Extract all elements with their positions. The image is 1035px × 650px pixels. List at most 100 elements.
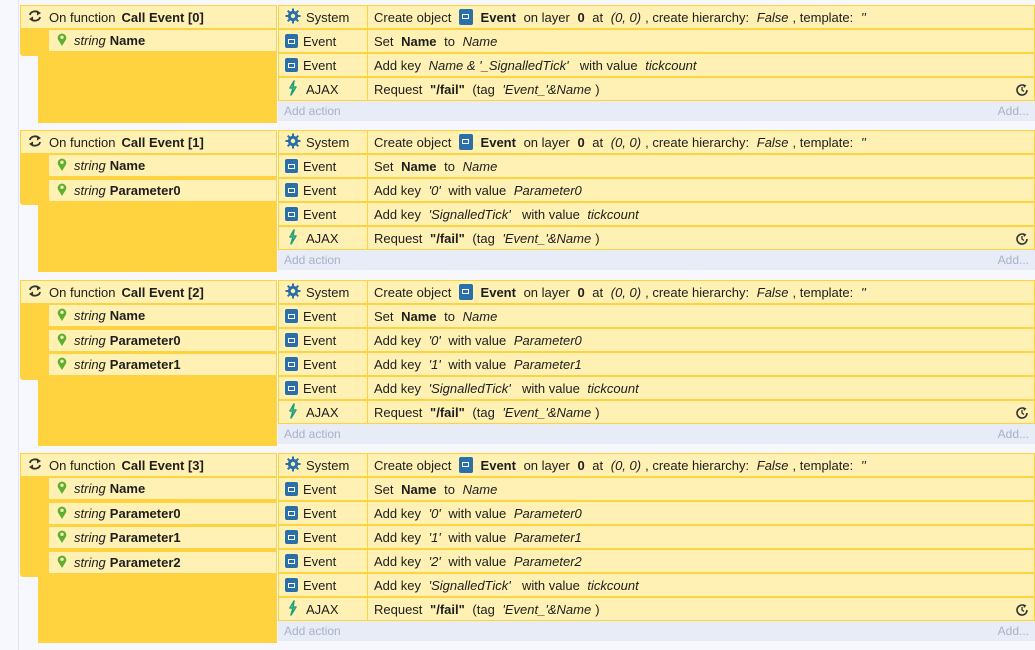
action-text[interactable]: Add key 'SignalledTick' with value tickc…	[368, 578, 639, 593]
add-action-row[interactable]: Add action Add...	[278, 250, 1035, 270]
action-row[interactable]: Event Add key 'SignalledTick' with value …	[278, 573, 1035, 597]
action-text[interactable]: Request "/fail" (tag 'Event_'&Name)	[368, 602, 600, 617]
action-row[interactable]: Event Add key '0' with value Parameter0	[278, 328, 1035, 352]
action-text[interactable]: Request "/fail" (tag 'Event_'&Name)	[368, 82, 600, 97]
add-more-link[interactable]: Add...	[998, 427, 1029, 441]
action-row[interactable]: AJAX Request "/fail" (tag 'Event_'&Name)	[278, 77, 1035, 101]
add-action-row[interactable]: Add action Add...	[278, 424, 1035, 444]
action-text[interactable]: Add key '2' with value Parameter2	[368, 554, 582, 569]
pin-icon	[54, 528, 70, 547]
parameter-row[interactable]: string Parameter2	[48, 550, 277, 574]
action-object[interactable]: Event	[279, 155, 368, 177]
action-text-part: 'Event_'&Name	[502, 601, 592, 617]
parameter-row[interactable]: string Name	[48, 154, 277, 177]
action-row[interactable]: Event Add key '0' with value Parameter0	[278, 178, 1035, 202]
action-text-part: tickcount	[645, 57, 697, 73]
action-object[interactable]: Event	[279, 203, 368, 225]
action-text[interactable]: Create object Event on layer 0 at (0, 0)…	[368, 134, 866, 150]
action-text[interactable]: Add key '1' with value Parameter1	[368, 530, 582, 545]
action-object[interactable]: Event	[279, 353, 368, 375]
add-action-row[interactable]: Add action Add...	[278, 621, 1035, 641]
parameter-row[interactable]: string Name	[48, 304, 277, 327]
action-text[interactable]: Add key '0' with value Parameter0	[368, 183, 582, 198]
action-row[interactable]: Event Add key '1' with value Parameter1	[278, 352, 1035, 376]
action-text[interactable]: Add key Name & '_SignalledTick' with val…	[368, 58, 697, 73]
action-row[interactable]: Event Set Name to Name	[278, 477, 1035, 501]
action-row[interactable]: Event Add key '1' with value Parameter1	[278, 525, 1035, 549]
action-row[interactable]: Event Add key 'SignalledTick' with value …	[278, 202, 1035, 226]
action-object[interactable]: Event	[279, 478, 368, 500]
action-object[interactable]: AJAX	[279, 598, 368, 620]
action-object[interactable]: Event	[279, 502, 368, 524]
action-text[interactable]: Request "/fail" (tag 'Event_'&Name)	[368, 405, 600, 420]
action-row[interactable]: System Create object Event on layer 0 at …	[278, 280, 1035, 304]
condition-row[interactable]: On function Call Event [0]	[20, 5, 277, 29]
condition-row[interactable]: On function Call Event [3]	[20, 453, 277, 477]
spinner-icon[interactable]	[1014, 405, 1030, 424]
action-text[interactable]: Set Name to Name	[368, 482, 497, 497]
action-row[interactable]: Event Add key '0' with value Parameter0	[278, 501, 1035, 525]
action-row[interactable]: AJAX Request "/fail" (tag 'Event_'&Name)	[278, 400, 1035, 424]
action-object[interactable]: Event	[279, 377, 368, 399]
action-object[interactable]: Event	[279, 574, 368, 596]
action-object[interactable]: System	[279, 454, 368, 476]
action-text[interactable]: Create object Event on layer 0 at (0, 0)…	[368, 9, 866, 25]
action-object[interactable]: System	[279, 281, 368, 303]
action-object[interactable]: Event	[279, 305, 368, 327]
action-row[interactable]: Event Add key Name & '_SignalledTick' wit…	[278, 53, 1035, 77]
action-row[interactable]: Event Set Name to Name	[278, 154, 1035, 178]
action-text-part: 0	[577, 134, 585, 150]
add-action-link[interactable]: Add action	[284, 253, 341, 267]
parameter-row[interactable]: string Parameter1	[48, 353, 277, 376]
condition-row[interactable]: On function Call Event [1]	[20, 130, 277, 154]
action-text[interactable]: Add key '0' with value Parameter0	[368, 333, 582, 348]
action-object[interactable]: Event	[279, 30, 368, 52]
spinner-icon[interactable]	[1014, 231, 1030, 250]
action-text[interactable]: Request "/fail" (tag 'Event_'&Name)	[368, 231, 600, 246]
action-object[interactable]: Event	[279, 526, 368, 548]
action-object[interactable]: System	[279, 6, 368, 28]
add-more-link[interactable]: Add...	[998, 624, 1029, 638]
parameter-row[interactable]: string Name	[48, 29, 277, 52]
action-text[interactable]: Add key 'SignalledTick' with value tickc…	[368, 381, 639, 396]
action-text[interactable]: Set Name to Name	[368, 159, 497, 174]
add-action-link[interactable]: Add action	[284, 104, 341, 118]
action-text[interactable]: Add key '0' with value Parameter0	[368, 506, 582, 521]
action-row[interactable]: Event Add key '2' with value Parameter2	[278, 549, 1035, 573]
action-text[interactable]: Add key '1' with value Parameter1	[368, 357, 582, 372]
action-text[interactable]: Create object Event on layer 0 at (0, 0)…	[368, 457, 866, 473]
action-object[interactable]: AJAX	[279, 78, 368, 100]
action-text[interactable]: Create object Event on layer 0 at (0, 0)…	[368, 284, 866, 300]
action-object[interactable]: AJAX	[279, 401, 368, 423]
action-row[interactable]: System Create object Event on layer 0 at …	[278, 130, 1035, 154]
add-more-link[interactable]: Add...	[998, 104, 1029, 118]
action-row[interactable]: System Create object Event on layer 0 at …	[278, 453, 1035, 477]
action-object[interactable]: Event	[279, 54, 368, 76]
action-row[interactable]: Event Add key 'SignalledTick' with value …	[278, 376, 1035, 400]
action-row[interactable]: System Create object Event on layer 0 at …	[278, 5, 1035, 29]
spinner-icon[interactable]	[1014, 82, 1030, 101]
action-row[interactable]: AJAX Request "/fail" (tag 'Event_'&Name)	[278, 597, 1035, 621]
action-text[interactable]: Set Name to Name	[368, 34, 497, 49]
action-row[interactable]: Event Set Name to Name	[278, 29, 1035, 53]
parameter-row[interactable]: string Name	[48, 477, 277, 500]
action-object[interactable]: Event	[279, 329, 368, 351]
add-more-link[interactable]: Add...	[998, 253, 1029, 267]
parameter-row[interactable]: string Parameter1	[48, 526, 277, 549]
parameter-row[interactable]: string Parameter0	[48, 501, 277, 525]
action-object[interactable]: System	[279, 131, 368, 153]
action-object[interactable]: Event	[279, 179, 368, 201]
add-action-link[interactable]: Add action	[284, 624, 341, 638]
action-text[interactable]: Add key 'SignalledTick' with value tickc…	[368, 207, 639, 222]
condition-row[interactable]: On function Call Event [2]	[20, 280, 277, 304]
action-object[interactable]: AJAX	[279, 227, 368, 249]
add-action-row[interactable]: Add action Add...	[278, 101, 1035, 121]
action-object[interactable]: Event	[279, 550, 368, 572]
action-text[interactable]: Set Name to Name	[368, 309, 497, 324]
parameter-row[interactable]: string Parameter0	[48, 328, 277, 352]
action-row[interactable]: AJAX Request "/fail" (tag 'Event_'&Name)	[278, 226, 1035, 250]
parameter-row[interactable]: string Parameter0	[48, 178, 277, 202]
action-row[interactable]: Event Set Name to Name	[278, 304, 1035, 328]
spinner-icon[interactable]	[1014, 602, 1030, 621]
add-action-link[interactable]: Add action	[284, 427, 341, 441]
